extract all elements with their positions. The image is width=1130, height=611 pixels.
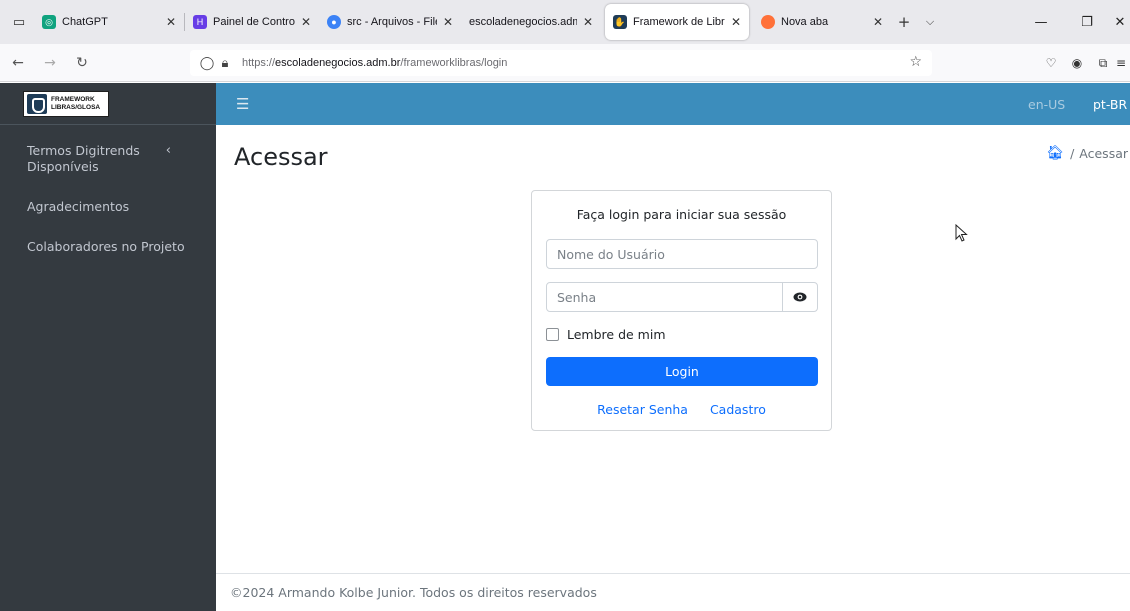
- password-input[interactable]: [546, 282, 783, 312]
- sidebar-item-termos[interactable]: Termos Digitrends Disponíveis ‹: [0, 137, 216, 181]
- sidebar-menu: Termos Digitrends Disponíveis ‹ Agradeci…: [0, 125, 216, 261]
- breadcrumb: 🏠︎ / Acessar: [1046, 145, 1128, 161]
- tab-list-icon[interactable]: ▭: [4, 7, 34, 37]
- home-icon[interactable]: 🏠︎: [1046, 145, 1064, 161]
- remember-me-label: Lembre de mim: [567, 327, 666, 342]
- register-link[interactable]: Cadastro: [710, 402, 766, 417]
- eye-icon-svg: [793, 292, 807, 302]
- chevron-left-icon: ‹: [165, 143, 171, 158]
- browser-tab-active[interactable]: ✋ Framework de Libras/C ✕: [605, 4, 749, 40]
- app-topbar: ☰ en-US pt-BR: [216, 83, 1130, 125]
- login-button[interactable]: Login: [546, 357, 818, 386]
- hamburger-menu-icon[interactable]: ☰: [236, 95, 249, 113]
- back-arrow-icon[interactable]: ←: [4, 49, 32, 77]
- reset-password-link[interactable]: Resetar Senha: [597, 402, 688, 417]
- breadcrumb-separator: /: [1070, 145, 1075, 161]
- login-links: Resetar Senha Cadastro: [532, 402, 831, 417]
- logo-text: FRAMEWORK LIBRAS/GLOSA: [51, 96, 100, 112]
- sidebar-item-label: Colaboradores no Projeto: [27, 239, 185, 254]
- minimize-icon[interactable]: —: [1018, 0, 1064, 44]
- remember-me[interactable]: Lembre de mim: [546, 327, 666, 342]
- restore-icon[interactable]: ❐: [1064, 0, 1110, 44]
- language-pt-br-link[interactable]: pt-BR: [1093, 83, 1127, 125]
- footer-copyright: ©2024 Armando Kolbe Junior. Todos os dir…: [230, 585, 597, 600]
- shield-icon[interactable]: ◯: [198, 56, 216, 71]
- browser-tab[interactable]: Nova aba ✕: [753, 4, 891, 40]
- close-tab-icon[interactable]: ✕: [166, 15, 176, 29]
- lock-icon[interactable]: 🔒︎: [216, 56, 234, 71]
- browser-tab[interactable]: ● src - Arquivos - File Br ✕: [319, 4, 461, 40]
- close-tab-icon[interactable]: ✕: [301, 15, 311, 29]
- close-tab-icon[interactable]: ✕: [583, 15, 593, 29]
- language-en-us-link[interactable]: en-US: [1028, 83, 1065, 125]
- hostinger-favicon-icon: H: [193, 15, 207, 29]
- browser-tab[interactable]: escoladenegocios.adm.br/ ✕: [461, 4, 601, 40]
- close-window-icon[interactable]: ✕: [1110, 0, 1130, 44]
- new-tab-button[interactable]: +: [891, 9, 917, 35]
- url-text[interactable]: https://escoladenegocios.adm.br/framewor…: [242, 57, 507, 69]
- firefox-favicon-icon: [761, 15, 775, 29]
- bookmark-star-icon[interactable]: ☆: [909, 54, 922, 70]
- browser-tab-title: ChatGPT: [62, 16, 108, 28]
- reload-icon[interactable]: ↻: [68, 49, 96, 77]
- sidebar-item-colaboradores[interactable]: Colaboradores no Projeto: [0, 233, 216, 261]
- forward-arrow-icon[interactable]: →: [36, 49, 64, 77]
- sidebar-item-agradecimentos[interactable]: Agradecimentos: [0, 193, 216, 221]
- browser-tab-title: Framework de Libras/C: [633, 16, 725, 28]
- sidebar-item-label: Agradecimentos: [27, 199, 130, 214]
- footer: ©2024 Armando Kolbe Junior. Todos os dir…: [216, 573, 1130, 611]
- url-prefix: https://: [242, 57, 276, 69]
- address-bar[interactable]: ◯ 🔒︎ https://escoladenegocios.adm.br/fra…: [190, 50, 932, 76]
- browser-tab-title: src - Arquivos - File Br: [347, 16, 437, 28]
- logo-text-line-1: FRAMEWORK: [51, 95, 95, 103]
- tab-overflow-chevron-icon[interactable]: ⌵: [917, 9, 943, 35]
- mouse-cursor-icon: [955, 224, 968, 242]
- page-title: Acessar: [234, 143, 328, 171]
- chatgpt-favicon-icon: ◎: [42, 15, 56, 29]
- menu-icon[interactable]: ≡: [1116, 49, 1130, 77]
- login-message: Faça login para iniciar sua sessão: [576, 207, 787, 222]
- login-card: Faça login para iniciar sua sessão Lembr…: [531, 190, 832, 431]
- brand[interactable]: FRAMEWORK LIBRAS/GLOSA: [0, 83, 216, 125]
- file-browser-favicon-icon: ●: [327, 15, 341, 29]
- browser-tab-title: Nova aba: [781, 16, 829, 28]
- framework-favicon-icon: ✋: [613, 15, 627, 29]
- toolbar-icons: ♡ ◉ ⧉ ≡: [1038, 49, 1130, 77]
- browser-tab-title: Painel de Controle | H: [213, 16, 295, 28]
- sidebar-item-label: Termos Digitrends Disponíveis: [27, 143, 140, 174]
- hand-logo-icon: [27, 93, 47, 114]
- breadcrumb-current: Acessar: [1079, 145, 1128, 161]
- close-tab-icon[interactable]: ✕: [731, 15, 741, 29]
- close-tab-icon[interactable]: ✕: [873, 15, 883, 29]
- account-icon[interactable]: ◉: [1064, 49, 1090, 77]
- eye-icon[interactable]: [782, 282, 818, 312]
- browser-tab-strip: ▭ ◎ ChatGPT ✕ H Painel de Controle | H ✕…: [0, 0, 1130, 44]
- browser-tab[interactable]: H Painel de Controle | H ✕: [185, 4, 319, 40]
- main-content: Acessar 🏠︎ / Acessar Faça login para ini…: [216, 125, 1130, 573]
- extensions-icon[interactable]: ⧉: [1090, 49, 1116, 77]
- logo-text-line-2: LIBRAS/GLOSA: [51, 103, 101, 111]
- remember-me-checkbox[interactable]: [546, 328, 559, 341]
- close-tab-icon[interactable]: ✕: [443, 15, 453, 29]
- url-host: escoladenegocios.adm.br: [275, 57, 401, 69]
- browser-tab[interactable]: ◎ ChatGPT ✕: [34, 4, 184, 40]
- framework-logo[interactable]: FRAMEWORK LIBRAS/GLOSA: [23, 90, 109, 117]
- browser-tab-title: escoladenegocios.adm.br/: [469, 16, 577, 28]
- pocket-icon[interactable]: ♡: [1038, 49, 1064, 77]
- sidebar: FRAMEWORK LIBRAS/GLOSA Termos Digitrends…: [0, 83, 216, 611]
- url-path: /frameworklibras/login: [400, 57, 508, 69]
- username-input[interactable]: [546, 239, 818, 269]
- browser-navigation-bar: ← → ↻ ◯ 🔒︎ https://escoladenegocios.adm.…: [0, 44, 1130, 82]
